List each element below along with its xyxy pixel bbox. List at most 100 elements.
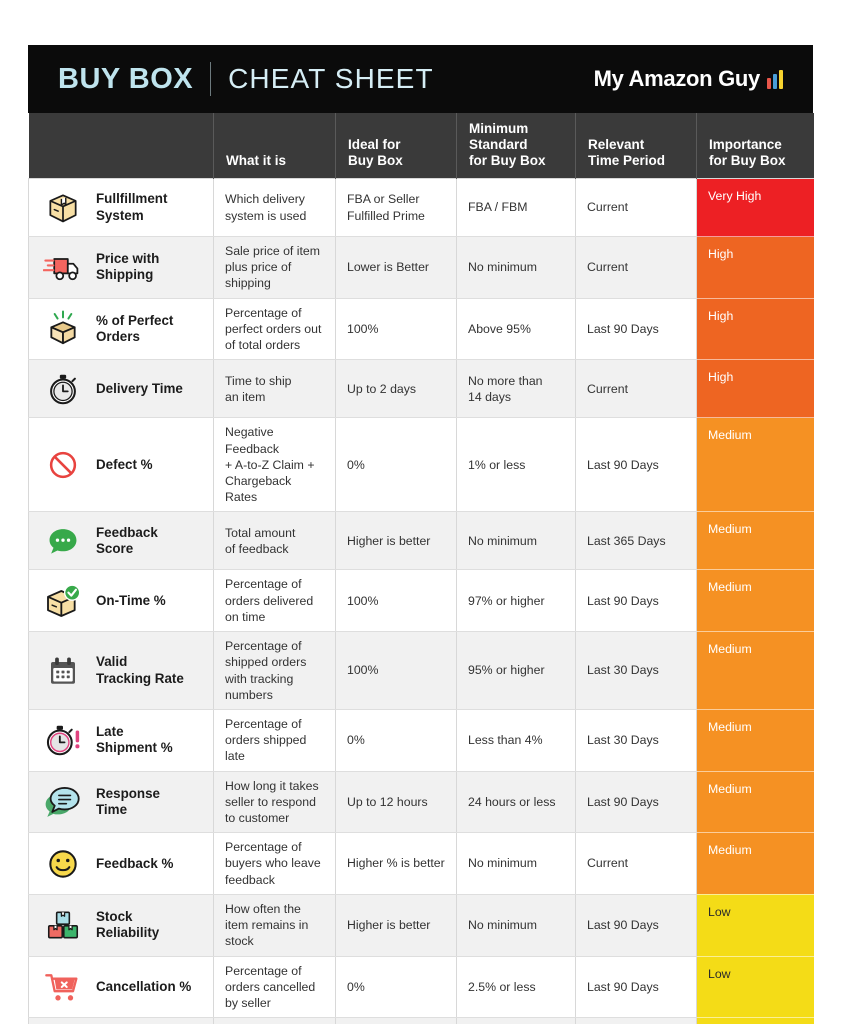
cell-time-period: Last 30 Days [575, 631, 697, 710]
table-row: Cancellation % Percentage of orders cancel… [28, 956, 814, 1019]
header-line: Minimum [469, 121, 529, 137]
cell-importance: Medium [696, 709, 814, 772]
cell-what-it-is: Percentage of buyers who leave feedback [213, 832, 336, 895]
header-line: Importance [709, 137, 782, 153]
stopwatch-icon [43, 369, 83, 409]
package-box-icon [43, 188, 83, 228]
cell-what-it-is: Percentage of shipped orders with tracking… [213, 631, 336, 710]
metric-label: Delivery Time [96, 380, 183, 396]
cell-minimum: Above 95% [456, 298, 576, 361]
table-body: Fullfillment System Which delivery system i… [28, 178, 814, 1024]
cell-importance: Medium [696, 417, 814, 513]
cell-time-period: Last 30 Days [575, 709, 697, 772]
table-row: Defect % Negative Feedback + A-to-Z Claim … [28, 417, 814, 513]
cell-what-it-is: Percentage of orders delivered on time [213, 569, 336, 633]
cell-minimum: No minimum [456, 511, 576, 571]
cell-metric: % of Perfect Orders [28, 298, 214, 361]
cell-importance: Low [696, 956, 814, 1019]
cell-ideal: 100% [335, 631, 457, 710]
box-check-icon [43, 581, 83, 621]
cell-metric: Fullfillment System [28, 178, 214, 237]
header-line: Time Period [588, 153, 666, 169]
metric-label: Cancellation % [96, 978, 192, 994]
header-line: Relevant [588, 137, 645, 153]
cell-time-period: Current [575, 359, 697, 419]
metric-label: Fullfillment System [96, 191, 168, 223]
cell-minimum: 2.5% or less [456, 956, 576, 1019]
prohibited-icon [43, 445, 83, 485]
table-row: Stock Reliability How often the item remain… [28, 894, 814, 957]
cell-minimum: No minimum [456, 236, 576, 299]
column-header-what-it-is: What it is [213, 113, 336, 179]
cell-minimum: No minimum [456, 1017, 576, 1024]
cell-importance: High [696, 359, 814, 419]
cell-time-period: Last 365 Days [575, 511, 697, 571]
metric-label: Feedback Score [96, 524, 158, 556]
chat-bubble-icon [43, 521, 83, 561]
calendar-icon [43, 651, 83, 691]
column-header-metric [28, 113, 214, 179]
cell-minimum: No minimum [456, 894, 576, 957]
brand-name: My Amazon Guy [593, 66, 761, 91]
cell-importance: Low [696, 1017, 814, 1024]
page-title-light: CHEAT SHEET [228, 63, 434, 94]
cell-importance: High [696, 298, 814, 361]
cell-importance: Low [696, 894, 814, 957]
cell-ideal: 100% [335, 569, 457, 633]
cell-importance: Medium [696, 832, 814, 895]
table-header-row: What it is Ideal for Buy Box Minimum Sta… [28, 113, 814, 179]
page-title-bold: BUY BOX [58, 62, 194, 95]
cell-time-period: Last 90 Days [575, 771, 697, 834]
cell-time-period: Last 90 Days [575, 1017, 697, 1024]
cell-importance: High [696, 236, 814, 299]
cell-importance: Medium [696, 771, 814, 834]
cell-ideal: Up to 12 hours [335, 771, 457, 834]
cell-importance: Medium [696, 631, 814, 710]
table-row: Feedback Score Total amount of feedback High… [28, 511, 814, 571]
column-header-ideal: Ideal for Buy Box [335, 113, 457, 179]
cell-time-period: Last 90 Days [575, 956, 697, 1019]
cell-metric: Feedback Score [28, 511, 214, 571]
header-banner: BUY BOX CHEAT SHEET My Amazon Guy [28, 45, 813, 113]
header-line: Standard [469, 137, 528, 153]
cell-metric: Stock Reliability [28, 894, 214, 957]
cell-what-it-is: Percentage of orders shipped late [213, 709, 336, 772]
delivery-truck-icon [43, 247, 83, 287]
cell-metric: Defect % [28, 417, 214, 513]
cell-ideal: 0% [335, 417, 457, 513]
cell-time-period: Current [575, 832, 697, 895]
metric-label: Valid Tracking Rate [96, 654, 184, 686]
header-line: What it is [226, 153, 286, 169]
header-line: Ideal for [348, 137, 401, 153]
header-title-group: BUY BOX CHEAT SHEET [28, 62, 594, 96]
cell-what-it-is: How often the item remains in stock [213, 894, 336, 957]
cell-metric: Delivery Time [28, 359, 214, 419]
cell-importance: Medium [696, 511, 814, 571]
cell-metric: On-Time % [28, 569, 214, 633]
cell-ideal: FBA or Seller Fulfilled Prime [335, 178, 457, 237]
metric-label: Price with Shipping [96, 251, 160, 283]
metric-label: Feedback % [96, 855, 174, 871]
metric-label: Response Time [96, 785, 160, 817]
cell-ideal: Up to 2 days [335, 359, 457, 419]
cell-metric: Cancellation % [28, 956, 214, 1019]
table-row: % of Perfect Orders Percentage of perfect o… [28, 298, 814, 361]
table-row: On-Time % Percentage of orders delivered on… [28, 569, 814, 633]
cell-time-period: Last 90 Days [575, 417, 697, 513]
cell-time-period: Last 90 Days [575, 569, 697, 633]
cell-what-it-is: Percentage of orders cancelled by seller [213, 956, 336, 1019]
cell-minimum: 95% or higher [456, 631, 576, 710]
stopwatch-alert-icon [43, 720, 83, 760]
cell-time-period: Last 90 Days [575, 894, 697, 957]
header-line: for Buy Box [469, 153, 546, 169]
cell-metric: $ RefundRequest % [28, 1017, 214, 1024]
cell-metric: Feedback % [28, 832, 214, 895]
title-divider [210, 62, 212, 96]
metric-label: Defect % [96, 456, 153, 472]
table-row: Price with Shipping Sale price of item plus… [28, 236, 814, 299]
smiley-face-icon [43, 844, 83, 884]
cell-minimum: No minimum [456, 832, 576, 895]
header-line: for Buy Box [709, 153, 786, 169]
column-header-minimum: Minimum Standard for Buy Box [456, 113, 576, 179]
table-row: Response Time How long it takes seller to r… [28, 771, 814, 834]
